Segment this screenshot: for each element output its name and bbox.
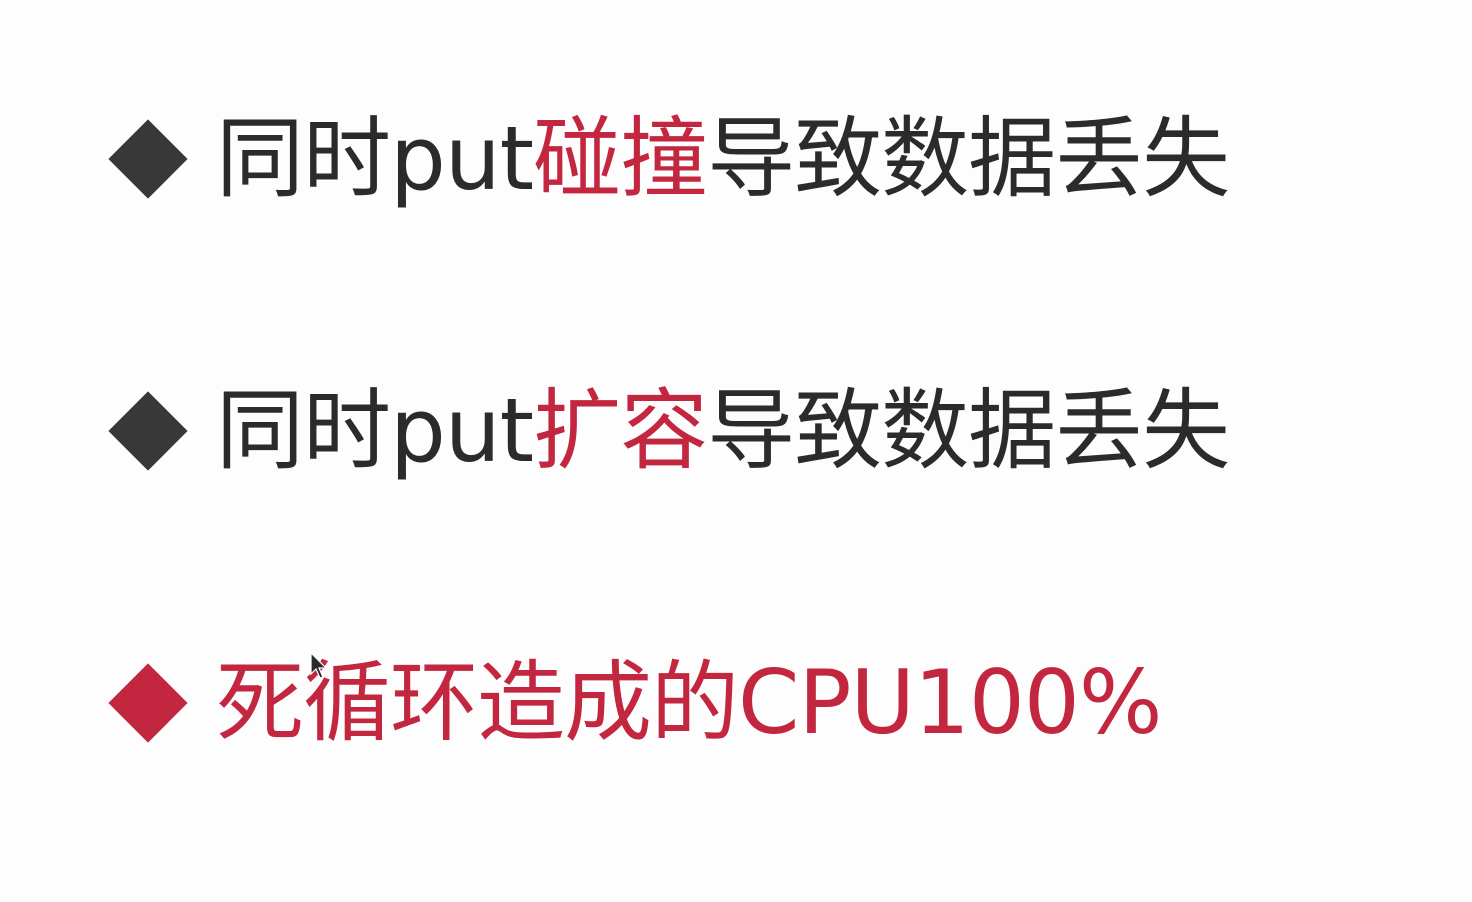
bullet-prefix: 同时put (216, 107, 534, 210)
bullet-prefix: 同时put (216, 379, 534, 482)
bullet-suffix: 导致数据丢失 (707, 107, 1230, 210)
slide: 同时put碰撞导致数据丢失 同时put扩容导致数据丢失 死循环造成的CPU100… (0, 0, 1472, 902)
bullet-text: 同时put碰撞导致数据丢失 (216, 115, 1230, 203)
bullet-item-put-resize: 同时put扩容导致数据丢失 (108, 376, 1230, 486)
bullet-highlight: 碰撞 (533, 107, 708, 210)
bullet-item-infinite-loop: 死循环造成的CPU100% (108, 648, 1163, 758)
bullet-text: 死循环造成的CPU100% (216, 651, 1163, 754)
mouse-pointer-icon (310, 652, 328, 679)
bullet-text: 同时put扩容导致数据丢失 (216, 387, 1230, 475)
diamond-bullet-icon (108, 119, 188, 199)
bullet-highlight: 扩容 (533, 379, 708, 482)
diamond-bullet-red-icon (108, 663, 188, 743)
bullet-item-put-collision: 同时put碰撞导致数据丢失 (108, 104, 1230, 214)
diamond-bullet-icon (108, 391, 188, 471)
bullet-suffix: 导致数据丢失 (707, 379, 1230, 482)
